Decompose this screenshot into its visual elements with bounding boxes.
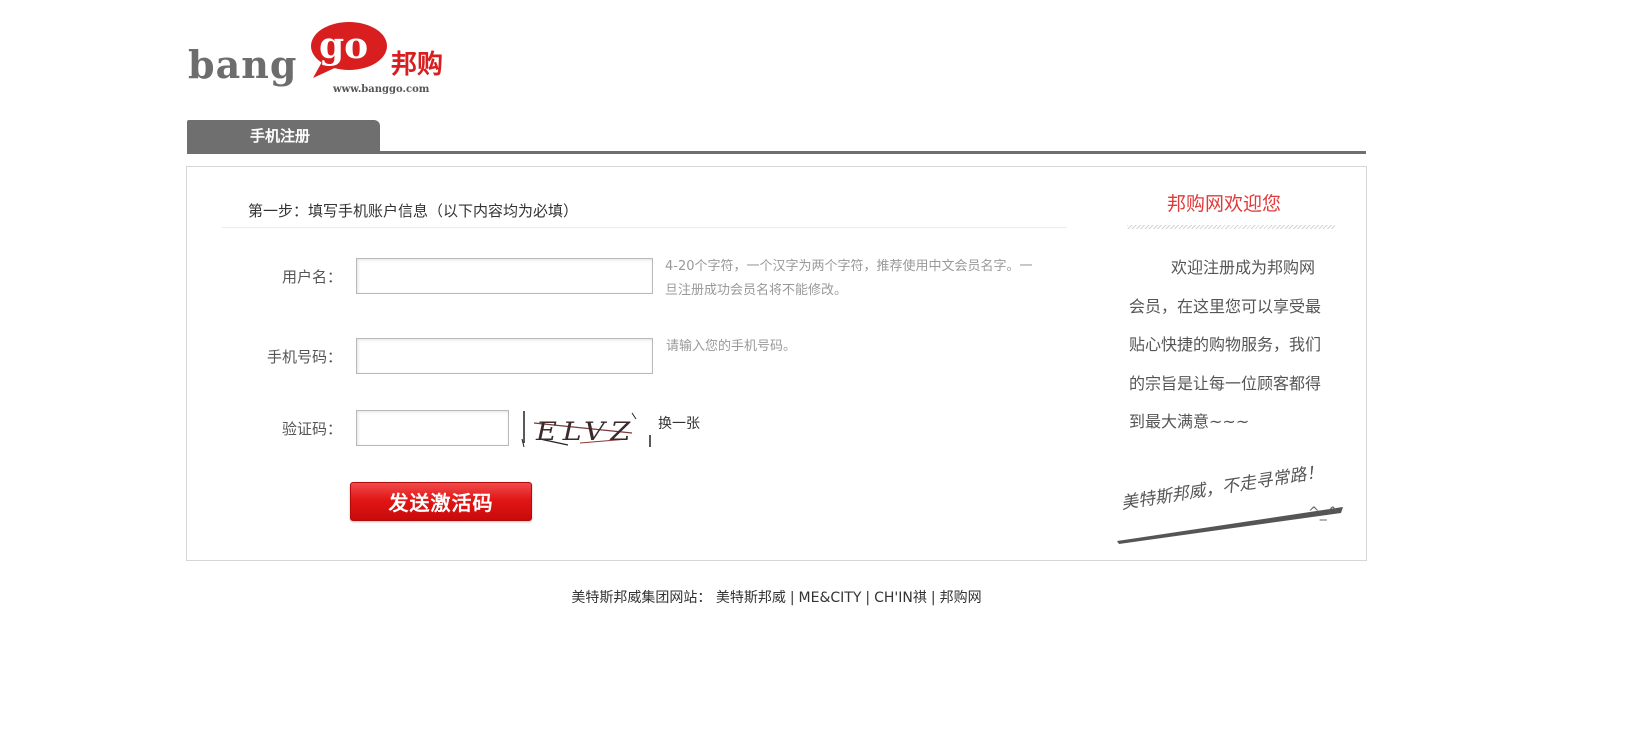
welcome-divider <box>1127 225 1335 229</box>
captcha-image-text: ELVZ <box>535 417 636 446</box>
logo-url-text: www.banggo.com <box>333 84 430 95</box>
captcha-label: 验证码： <box>281 420 342 438</box>
username-label: 用户名： <box>281 268 342 286</box>
footer-link-mecity[interactable]: ME&CITY <box>799 590 862 606</box>
phone-label: 手机号码： <box>266 348 342 366</box>
captcha-image[interactable]: ELVZ <box>520 409 654 449</box>
welcome-text: 欢迎注册成为邦购网会员，在这里您可以享受最贴心快捷的购物服务，我们的宗旨是让每一… <box>1129 258 1322 431</box>
page: bang go 邦购 www.banggo.com 手机注册 第一步：填写手机账… <box>0 0 1630 733</box>
captcha-refresh-link[interactable]: 换一张 <box>658 413 700 433</box>
logo-chinese-text: 邦购 <box>391 50 444 80</box>
footer-link-metersbonwe[interactable]: 美特斯邦威 <box>716 590 786 606</box>
tab-mobile-register[interactable]: 手机注册 <box>187 120 380 151</box>
tab-bar: 手机注册 <box>187 120 1366 154</box>
captcha-input[interactable] <box>356 410 509 446</box>
footer-separator: | <box>930 590 936 606</box>
register-panel: 第一步：填写手机账户信息（以下内容均为必填） 用户名： 4-20个字符，一个汉字… <box>186 166 1367 561</box>
banggo-logo[interactable]: bang go 邦购 www.banggo.com <box>188 18 458 103</box>
footer-separator: | <box>865 590 871 606</box>
phone-input[interactable] <box>356 338 653 374</box>
smile-text: ^_^ <box>1308 505 1339 521</box>
footer: 美特斯邦威集团网站： 美特斯邦威 | ME&CITY | CH'IN祺 | 邦购网 <box>0 587 1553 607</box>
phone-hint: 请输入您的手机号码。 <box>666 339 797 354</box>
welcome-title: 邦购网欢迎您 <box>1167 193 1282 215</box>
username-input[interactable] <box>356 258 653 294</box>
logo-go-text: go <box>319 25 369 67</box>
step-title: 第一步：填写手机账户信息（以下内容均为必填） <box>248 202 579 220</box>
logo-bang-text: bang <box>188 42 298 87</box>
username-hint: 4-20个字符，一个汉字为两个字符，推荐使用中文会员名字。一旦注册成功会员名将不… <box>665 259 1033 298</box>
footer-link-chin[interactable]: CH'IN祺 <box>874 590 927 606</box>
step-divider <box>222 227 1067 228</box>
footer-prefix: 美特斯邦威集团网站： <box>571 590 712 606</box>
footer-link-banggo[interactable]: 邦购网 <box>940 590 982 606</box>
send-activation-code-button[interactable]: 发送激活码 <box>350 482 532 521</box>
footer-separator: | <box>789 590 795 606</box>
slogan-signature: 美特斯邦威，不走寻常路！ ^_^ <box>1115 462 1345 547</box>
